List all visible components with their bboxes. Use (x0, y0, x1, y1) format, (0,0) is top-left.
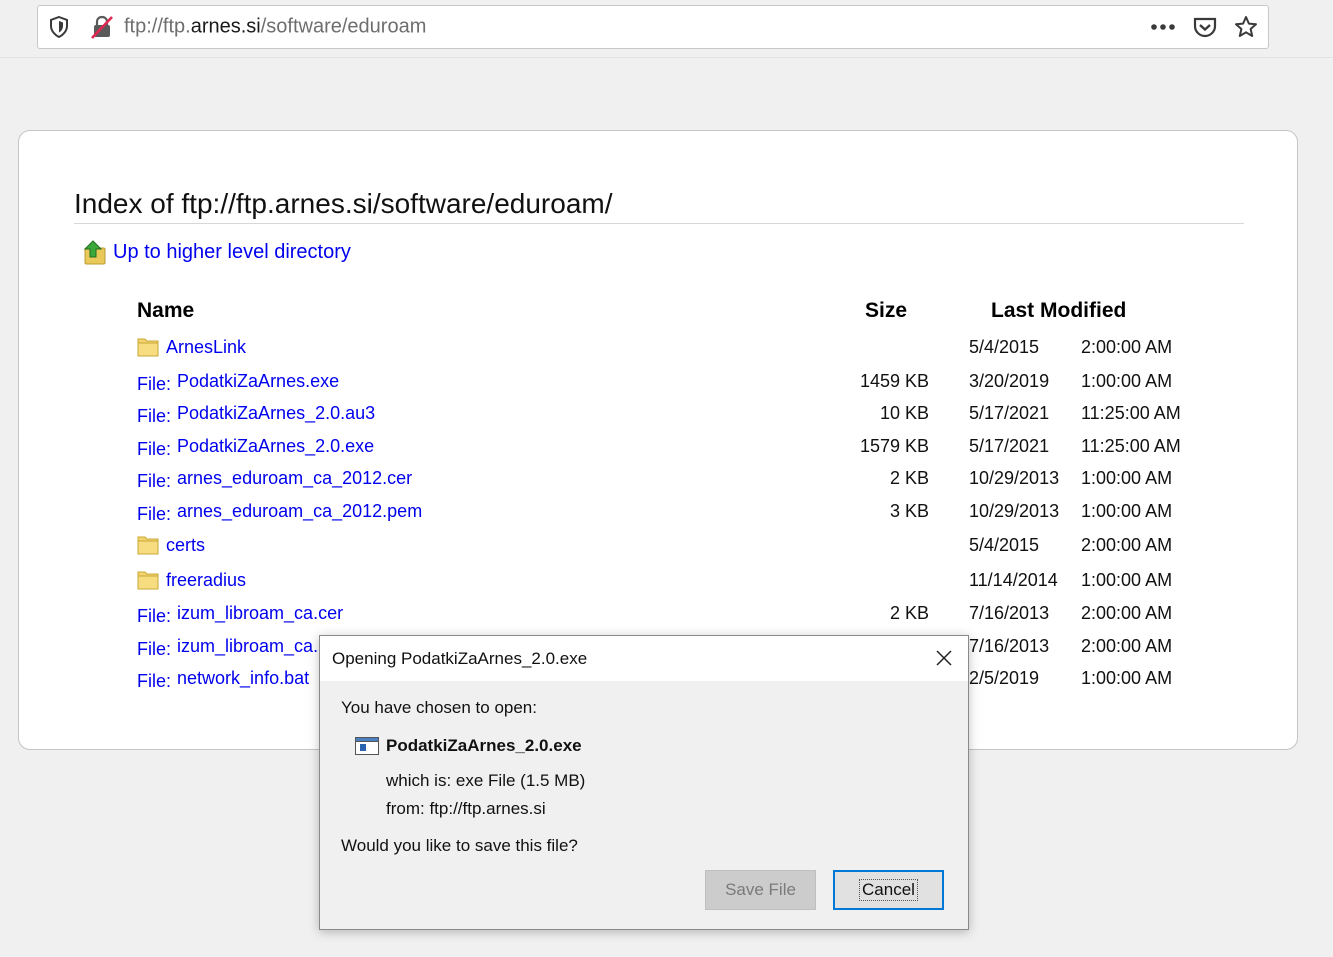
up-directory-label: Up to higher level directory (113, 240, 351, 263)
table-row: File: PodatkiZaArnes.exe 1459 KB 3/20/2019 1… (19, 365, 1297, 397)
insecure-lock-icon[interactable] (90, 15, 114, 39)
column-header-size[interactable]: Size (865, 299, 907, 323)
dialog-filename: PodatkiZaArnes_2.0.exe (386, 736, 582, 755)
table-row: ArnesLink 5/4/2015 2:00:00 AM (19, 331, 1297, 363)
dialog-titlebar: Opening PodatkiZaArnes_2.0.exe (320, 636, 968, 681)
file-link[interactable]: PodatkiZaArnes_2.0.exe (177, 436, 374, 457)
row-size: 3 KB (889, 500, 929, 521)
row-time: 1:00:00 AM (1081, 467, 1173, 488)
file-prefix-label: File: (137, 470, 172, 491)
row-date: 7/16/2013 (969, 635, 1050, 656)
shield-icon[interactable] (48, 16, 70, 38)
row-size: 2 KB (889, 602, 929, 623)
row-time: 2:00:00 AM (1081, 635, 1173, 656)
table-row: certs 5/4/2015 2:00:00 AM (19, 529, 1297, 561)
table-row: File: arnes_eduroam_ca_2012.pem 3 KB 10/29/… (19, 495, 1297, 527)
up-folder-icon (83, 240, 106, 265)
row-time: 1:00:00 AM (1081, 667, 1173, 688)
exe-file-icon (355, 737, 379, 755)
row-name-cell: ArnesLink (137, 331, 246, 363)
row-size: 1579 KB (859, 435, 929, 456)
cancel-button-label: Cancel (859, 879, 918, 901)
row-date: 10/29/2013 (969, 467, 1060, 488)
row-name-cell: File: PodatkiZaArnes_2.0.exe (137, 430, 374, 462)
row-size: 1459 KB (859, 370, 929, 391)
file-prefix-label: File: (137, 373, 172, 394)
toolbar-border (0, 57, 1333, 58)
url-bar[interactable]: ftp://ftp.arnes.si/software/eduroam (37, 5, 1269, 49)
file-prefix-label: File: (137, 605, 172, 626)
row-date: 5/17/2021 (969, 402, 1050, 423)
column-header-name[interactable]: Name (137, 299, 194, 323)
table-row: File: izum_libroam_ca.cer 2 KB 7/16/2013 2:0… (19, 597, 1297, 629)
table-row: freeradius 11/14/2014 1:00:00 AM (19, 564, 1297, 596)
bookmark-star-icon[interactable] (1234, 15, 1258, 39)
row-size: 10 KB (879, 402, 929, 423)
row-time: 2:00:00 AM (1081, 602, 1173, 623)
save-file-button[interactable]: Save File (705, 870, 816, 910)
folder-icon (137, 338, 159, 357)
file-link[interactable]: izum_libroam_ca.p (177, 636, 328, 657)
row-time: 1:00:00 AM (1081, 569, 1173, 590)
file-type-info: which is: exe File (1.5 MB) (386, 771, 586, 790)
file-link[interactable]: izum_libroam_ca.cer (177, 603, 343, 624)
file-link[interactable]: PodatkiZaArnes.exe (177, 371, 339, 392)
row-name-cell: File: izum_libroam_ca.p (137, 630, 328, 662)
file-link[interactable]: network_info.bat (177, 668, 309, 689)
row-time: 1:00:00 AM (1081, 370, 1173, 391)
file-link[interactable]: PodatkiZaArnes_2.0.au3 (177, 403, 375, 424)
row-date: 11/14/2014 (969, 569, 1058, 590)
pocket-icon[interactable] (1193, 15, 1217, 39)
row-date: 3/20/2019 (969, 370, 1050, 391)
column-header-modified[interactable]: Last Modified (991, 299, 1126, 323)
table-row: File: PodatkiZaArnes_2.0.au3 10 KB 5/17/202… (19, 397, 1297, 429)
row-date: 5/4/2015 (969, 534, 1040, 555)
up-directory-link[interactable]: Up to higher level directory (83, 239, 351, 265)
row-name-cell: File: izum_libroam_ca.cer (137, 597, 343, 629)
row-name-cell: freeradius (137, 564, 246, 596)
row-time: 11:25:00 AM (1081, 402, 1181, 423)
folder-link[interactable]: certs (166, 535, 205, 556)
folder-link[interactable]: ArnesLink (166, 337, 246, 358)
file-prefix-label: File: (137, 438, 172, 459)
row-name-cell: certs (137, 529, 205, 561)
file-prefix-label: File: (137, 503, 172, 524)
row-time: 1:00:00 AM (1081, 500, 1173, 521)
folder-icon (137, 571, 159, 590)
dialog-title: Opening PodatkiZaArnes_2.0.exe (332, 649, 588, 668)
file-link[interactable]: arnes_eduroam_ca_2012.pem (177, 501, 422, 522)
cancel-button[interactable]: Cancel (833, 870, 944, 910)
row-date: 5/4/2015 (969, 336, 1040, 357)
row-name-cell: File: arnes_eduroam_ca_2012.cer (137, 462, 412, 494)
row-name-cell: File: network_info.bat (137, 662, 309, 694)
row-time: 11:25:00 AM (1081, 435, 1181, 456)
row-name-cell: File: PodatkiZaArnes.exe (137, 365, 339, 397)
file-link[interactable]: arnes_eduroam_ca_2012.cer (177, 468, 412, 489)
page-title: Index of ftp://ftp.arnes.si/software/edu… (74, 188, 613, 219)
folder-icon (137, 536, 159, 555)
table-row: File: arnes_eduroam_ca_2012.cer 2 KB 10/29/… (19, 462, 1297, 494)
folder-link[interactable]: freeradius (166, 570, 246, 591)
chosen-label: You have chosen to open: (341, 698, 537, 717)
row-name-cell: File: arnes_eduroam_ca_2012.pem (137, 495, 422, 527)
row-date: 2/5/2019 (969, 667, 1040, 688)
row-date: 10/29/2013 (969, 500, 1060, 521)
row-name-cell: File: PodatkiZaArnes_2.0.au3 (137, 397, 375, 429)
save-question: Would you like to save this file? (341, 836, 578, 855)
more-icon[interactable] (1150, 15, 1176, 39)
table-row: File: PodatkiZaArnes_2.0.exe 1579 KB 5/17/2… (19, 430, 1297, 462)
row-date: 5/17/2021 (969, 435, 1050, 456)
file-prefix-label: File: (137, 405, 172, 426)
row-size: 2 KB (889, 467, 929, 488)
url-text[interactable]: ftp://ftp.arnes.si/software/eduroam (124, 16, 426, 39)
file-prefix-label: File: (137, 670, 172, 691)
file-source-info: from: ftp://ftp.arnes.si (386, 799, 546, 818)
file-prefix-label: File: (137, 638, 172, 659)
download-dialog: Opening PodatkiZaArnes_2.0.exe You have … (319, 635, 969, 930)
row-time: 2:00:00 AM (1081, 534, 1173, 555)
row-time: 2:00:00 AM (1081, 336, 1173, 357)
row-date: 7/16/2013 (969, 602, 1050, 623)
close-icon[interactable] (934, 648, 954, 668)
title-divider (74, 223, 1244, 224)
